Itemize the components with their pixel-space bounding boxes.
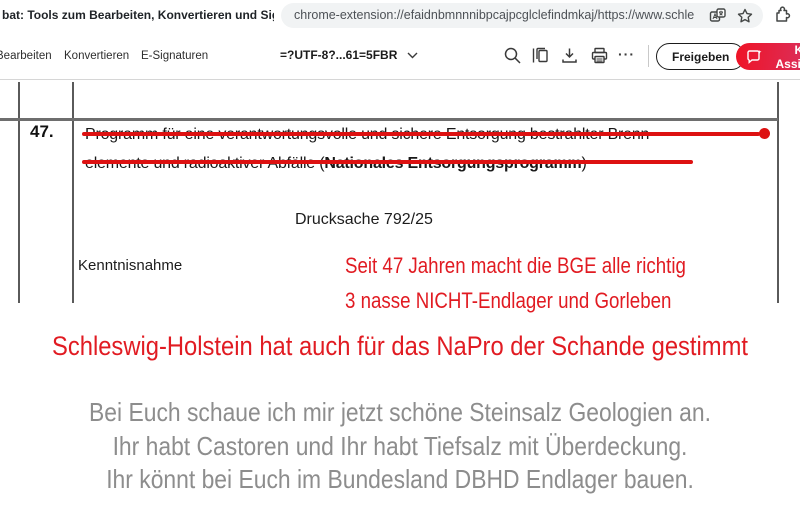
strikethrough-annotation-2	[82, 160, 693, 164]
kenntnisnahme-label: Kenntnisnahme	[78, 257, 182, 274]
table-border-right	[777, 82, 779, 303]
agenda-item-number: 47.	[30, 122, 54, 142]
search-icon[interactable]	[503, 46, 522, 65]
gray-line-3: Ihr könnt bei Euch im Bundesland DBHD En…	[48, 463, 752, 497]
note-line2: 3 nasse NICHT-Endlager und Gorleben	[345, 288, 671, 313]
note-line1: Seit 47 Jahren macht die BGE alle richti…	[345, 253, 686, 278]
gray-line-1: Bei Euch schaue ich mir jetzt schöne Ste…	[48, 396, 752, 430]
table-border-mid	[72, 82, 74, 303]
extensions-puzzle-icon[interactable]	[773, 6, 791, 24]
agenda-item-title: Programm für eine verantwortungsvolle un…	[85, 121, 775, 178]
bookmark-star-icon[interactable]	[736, 7, 754, 25]
url-text[interactable]: chrome-extension://efaidnbmnnnibpcajpcgl…	[294, 8, 694, 22]
red-heading: Schleswig-Holstein hat auch für das NaPr…	[48, 331, 752, 362]
chevron-down-icon	[407, 52, 418, 59]
ai-chat-icon	[746, 49, 763, 65]
table-border-left	[18, 82, 20, 303]
menu-bearbeiten[interactable]: Bearbeiten	[0, 50, 52, 62]
pdf-page: 47. Programm für eine verantwortungsvoll…	[0, 80, 800, 531]
browser-window: bat: Tools zum Bearbeiten, Konvertieren …	[0, 0, 800, 531]
more-options-icon[interactable]: ···	[618, 46, 635, 62]
ai-assistant-label: KI-Assistent	[769, 43, 800, 71]
menu-esignaturen[interactable]: E-Signaturen	[141, 50, 208, 62]
filename-dropdown[interactable]: =?UTF-8?...61=5FBR	[280, 48, 418, 62]
gray-commentary: Bei Euch schaue ich mir jetzt schöne Ste…	[48, 396, 752, 497]
print-icon[interactable]	[590, 46, 609, 65]
acrobat-toolbar: Bearbeiten Konvertieren E-Signaturen =?U…	[0, 31, 800, 80]
filename-label: =?UTF-8?...61=5FBR	[280, 48, 397, 62]
ai-assistant-button[interactable]: KI-Assistent	[736, 43, 800, 70]
gray-line-2: Ihr habt Castoren und Ihr habt Tiefsalz …	[48, 430, 752, 464]
toolbar-divider	[648, 45, 649, 67]
page-thumbnails-icon[interactable]	[531, 46, 550, 65]
drucksache-reference: Drucksache 792/25	[295, 211, 433, 229]
translate-icon[interactable]	[709, 7, 727, 25]
red-annotation-note: Seit 47 Jahren macht die BGE alle richti…	[345, 248, 686, 318]
browser-tab[interactable]: bat: Tools zum Bearbeiten, Konvertieren …	[2, 8, 274, 22]
browser-chrome-bar: bat: Tools zum Bearbeiten, Konvertieren …	[0, 0, 800, 31]
strikethrough-end-dot	[759, 128, 770, 139]
strikethrough-annotation-1	[82, 132, 760, 136]
menu-konvertieren[interactable]: Konvertieren	[64, 50, 129, 62]
download-icon[interactable]	[560, 46, 579, 65]
share-button[interactable]: Freigeben	[656, 43, 745, 70]
address-bar[interactable]: chrome-extension://efaidnbmnnnibpcajpcgl…	[281, 3, 763, 28]
